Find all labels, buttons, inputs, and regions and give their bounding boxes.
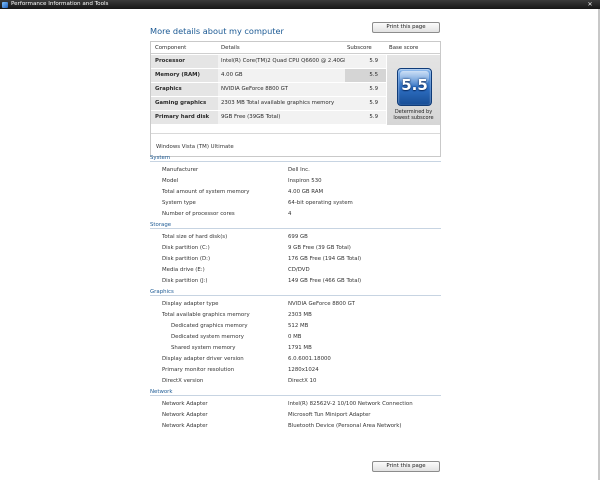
graphics-label: DirectX version xyxy=(162,378,204,384)
storage-label: Disk partition (C:) xyxy=(162,245,210,251)
storage-label: Disk partition (D:) xyxy=(162,256,211,262)
print-page-button-top[interactable]: Print this page xyxy=(372,22,440,33)
graphics-label: Shared system memory xyxy=(171,345,236,351)
close-icon[interactable]: ✕ xyxy=(586,0,594,9)
component-details: 4.00 GB xyxy=(218,69,345,82)
system-label: Number of processor cores xyxy=(162,211,235,217)
storage-value: 149 GB Free (466 GB Total) xyxy=(288,278,362,284)
graphics-label: Dedicated system memory xyxy=(171,334,244,340)
storage-label: Media drive (E:) xyxy=(162,267,205,273)
storage-label: Disk partition (J:) xyxy=(162,278,208,284)
graphics-value: 512 MB xyxy=(288,323,309,329)
section-divider xyxy=(150,161,441,162)
score-row-graphics: Graphics NVIDIA GeForce 8800 GT 5.9 xyxy=(151,83,386,97)
graphics-label: Display adapter type xyxy=(162,301,219,307)
graphics-label: Display adapter driver version xyxy=(162,356,244,362)
graphics-label: Primary monitor resolution xyxy=(162,367,235,373)
window-title: Performance Information and Tools xyxy=(11,1,109,7)
page-title: More details about my computer xyxy=(150,26,284,36)
component-subscore: 5.9 xyxy=(345,111,386,124)
storage-value: 176 GB Free (194 GB Total) xyxy=(288,256,362,262)
score-row-primary-hard-disk: Primary hard disk 9GB Free (39GB Total) … xyxy=(151,111,386,125)
component-label: Graphics xyxy=(151,83,218,96)
storage-value: 9 GB Free (39 GB Total) xyxy=(288,245,351,251)
system-label: Total amount of system memory xyxy=(162,189,250,195)
component-details: NVIDIA GeForce 8800 GT xyxy=(218,83,345,96)
performance-app-icon xyxy=(2,1,8,8)
graphics-value: 2303 MB xyxy=(288,312,312,318)
section-divider xyxy=(150,295,441,296)
section-divider xyxy=(150,395,441,396)
network-value: Microsoft Tun Miniport Adapter xyxy=(288,412,371,418)
network-label: Network Adapter xyxy=(162,423,208,429)
header-details: Details xyxy=(221,45,240,51)
component-details: 9GB Free (39GB Total) xyxy=(218,111,345,124)
system-label: Manufacturer xyxy=(162,167,199,173)
title-bar: Performance Information and Tools ✕ xyxy=(0,0,600,9)
header-subscore: Subscore xyxy=(347,45,372,51)
system-value: 4.00 GB RAM xyxy=(288,189,324,195)
header-component: Component xyxy=(155,45,187,51)
storage-value: CD/DVD xyxy=(288,267,310,273)
component-details: 2303 MB Total available graphics memory xyxy=(218,97,345,110)
section-divider xyxy=(150,228,441,229)
base-score-badge: 5.5 xyxy=(397,68,432,106)
graphics-value: 0 MB xyxy=(288,334,302,340)
divider xyxy=(151,133,440,134)
component-label: Processor xyxy=(151,55,218,68)
component-subscore: 5.5 xyxy=(345,69,386,82)
graphics-value: 1280x1024 xyxy=(288,367,319,373)
network-label: Network Adapter xyxy=(162,412,208,418)
system-value: Inspiron 530 xyxy=(288,178,322,184)
base-score-caption: Determined by lowest subscore xyxy=(393,109,434,121)
component-subscore: 5.9 xyxy=(345,97,386,110)
base-score-value: 5.5 xyxy=(401,76,428,94)
component-label: Memory (RAM) xyxy=(151,69,218,82)
graphics-label: Total available graphics memory xyxy=(162,312,250,318)
graphics-value: NVIDIA GeForce 8800 GT xyxy=(288,301,355,307)
storage-label: Total size of hard disk(s) xyxy=(162,234,228,240)
graphics-value: DirectX 10 xyxy=(288,378,317,384)
content-window: More details about my computer Print thi… xyxy=(0,9,600,480)
score-summary-panel: Component Details Subscore Base score Pr… xyxy=(150,41,441,157)
network-value: Intel(R) 82562V-2 10/100 Network Connect… xyxy=(288,401,413,407)
storage-value: 699 GB xyxy=(288,234,308,240)
system-value: 64-bit operating system xyxy=(288,200,353,206)
network-value: Bluetooth Device (Personal Area Network) xyxy=(288,423,402,429)
score-row-memory: Memory (RAM) 4.00 GB 5.5 xyxy=(151,69,386,83)
print-page-button-bottom[interactable]: Print this page xyxy=(372,461,440,472)
component-details: Intel(R) Core(TM)2 Quad CPU Q6600 @ 2.40… xyxy=(218,55,345,68)
graphics-value: 1791 MB xyxy=(288,345,312,351)
score-row-gaming-graphics: Gaming graphics 2303 MB Total available … xyxy=(151,97,386,111)
network-label: Network Adapter xyxy=(162,401,208,407)
score-table-header: Component Details Subscore Base score xyxy=(151,42,440,54)
graphics-value: 6.0.6001.18000 xyxy=(288,356,331,362)
system-value: 4 xyxy=(288,211,292,217)
component-subscore: 5.9 xyxy=(345,83,386,96)
os-edition: Windows Vista (TM) Ultimate xyxy=(156,144,234,150)
system-label: System type xyxy=(162,200,196,206)
component-label: Primary hard disk xyxy=(151,111,218,124)
component-subscore: 5.9 xyxy=(345,55,386,68)
system-value: Dell Inc. xyxy=(288,167,310,173)
component-label: Gaming graphics xyxy=(151,97,218,110)
header-base-score: Base score xyxy=(389,45,419,51)
graphics-label: Dedicated graphics memory xyxy=(171,323,248,329)
score-row-processor: Processor Intel(R) Core(TM)2 Quad CPU Q6… xyxy=(151,55,386,69)
system-label: Model xyxy=(162,178,179,184)
